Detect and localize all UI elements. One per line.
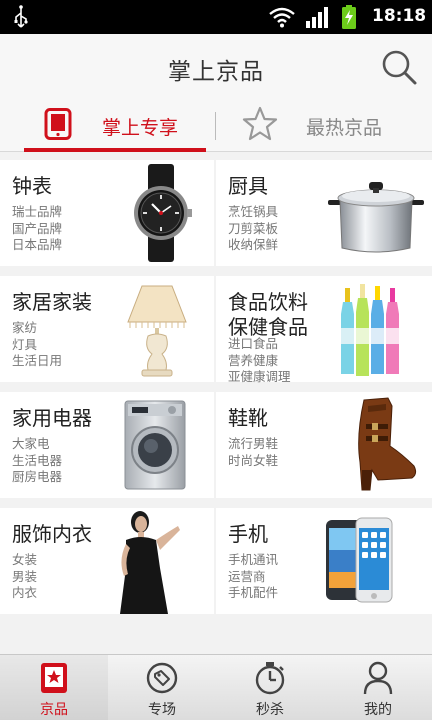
- table-lamp-image: [127, 285, 187, 377]
- category-sub: 女装: [12, 552, 38, 567]
- category-sub: 手机通讯: [228, 552, 279, 567]
- category-sub: 大家电: [12, 436, 50, 451]
- nav-label: 专场: [148, 702, 176, 718]
- category-sub: 营养健康: [228, 352, 279, 368]
- tab-zuire-jingpin[interactable]: 最热京品: [238, 100, 408, 152]
- tab-divider: [215, 112, 216, 140]
- tab-label: 掌上专享: [102, 117, 179, 139]
- category-sub: 日本品牌: [12, 237, 63, 252]
- category-title: 鞋靴: [228, 406, 268, 430]
- category-sub: 家纺: [12, 320, 38, 335]
- category-sub: 烹饪锅具: [228, 204, 279, 219]
- status-bar: 18:18: [0, 0, 432, 34]
- bottom-nav: 京品 专场 秒杀 我的: [0, 654, 432, 720]
- nav-zhuanchang[interactable]: 专场: [108, 655, 216, 720]
- category-sub: 灯具: [12, 336, 38, 352]
- usb-icon: [14, 5, 28, 28]
- category-appliances[interactable]: 家用电器 大家电 生活电器 厨房电器: [0, 392, 214, 498]
- cooking-pot-image: [328, 182, 424, 253]
- category-sub: 亚健康调理: [228, 369, 291, 384]
- category-title: 家居家装: [12, 290, 92, 314]
- category-title: 钟表: [12, 174, 52, 198]
- search-icon[interactable]: [380, 48, 418, 86]
- tab-bar: 掌上专享 最热京品: [0, 100, 432, 152]
- smartphones-image: [326, 517, 393, 603]
- category-sub: 收纳保鲜: [228, 237, 279, 252]
- wifi-icon: [269, 7, 295, 28]
- category-sub: 生活电器: [12, 452, 63, 468]
- category-cookware[interactable]: 厨具 烹饪锅具 刀剪菜板 收纳保鲜: [216, 160, 432, 266]
- jingpin-icon: [41, 663, 67, 693]
- category-sub: 时尚女鞋: [228, 452, 279, 468]
- category-sub: 刀剪菜板: [228, 220, 279, 236]
- category-sub: 厨房电器: [12, 469, 63, 484]
- category-phones[interactable]: 手机 手机通讯 运营商 手机配件: [216, 508, 432, 614]
- star-icon: [242, 106, 278, 141]
- category-shoes[interactable]: 鞋靴 流行男鞋 时尚女鞋: [216, 392, 432, 498]
- tab-zhangshang-zhuanxiang[interactable]: 掌上专享: [24, 100, 206, 152]
- tablet-icon: [44, 108, 72, 140]
- page-title: 掌上京品: [168, 59, 264, 85]
- nav-jingpin[interactable]: 京品: [0, 655, 108, 720]
- category-sub: 瑞士品牌: [12, 204, 63, 219]
- category-sub: 内衣: [12, 585, 38, 600]
- model-dress-image: [120, 511, 180, 614]
- nav-label: 我的: [364, 702, 392, 718]
- category-food[interactable]: 食品饮料 保健食品 进口食品 营养健康 亚健康调理: [216, 276, 432, 384]
- nav-label: 京品: [40, 702, 68, 718]
- category-watch[interactable]: 钟表 瑞士品牌 国产品牌 日本品牌: [0, 160, 214, 266]
- drink-bottles-image: [341, 284, 399, 376]
- category-sub: 流行男鞋: [228, 436, 279, 451]
- category-sub: 进口食品: [228, 336, 279, 351]
- nav-label: 秒杀: [256, 702, 284, 718]
- category-sub: 生活日用: [12, 353, 63, 368]
- header: 掌上京品: [0, 34, 432, 100]
- washing-machine-image: [124, 400, 186, 490]
- category-title: 食品饮料 保健食品: [228, 290, 308, 339]
- tab-label: 最热京品: [306, 117, 383, 139]
- battery-charging-icon: [342, 5, 356, 29]
- category-home[interactable]: 家居家装 家纺 灯具 生活日用: [0, 276, 214, 382]
- category-sub: 手机配件: [228, 585, 279, 600]
- category-sub: 运营商: [228, 568, 266, 584]
- user-icon: [363, 661, 393, 695]
- nav-miaosha[interactable]: 秒杀: [216, 655, 324, 720]
- stopwatch-icon: [255, 662, 285, 695]
- tag-icon: [146, 662, 178, 694]
- nav-wode[interactable]: 我的: [324, 655, 432, 720]
- category-apparel[interactable]: 服饰内衣 女装 男装 内衣: [0, 508, 214, 614]
- signal-icon: [306, 7, 328, 28]
- category-title: 厨具: [228, 174, 268, 198]
- boot-image: [358, 397, 417, 491]
- category-sub: 男装: [12, 568, 38, 584]
- category-title: 家用电器: [12, 406, 92, 430]
- watch-image: [134, 164, 192, 262]
- category-title: 手机: [228, 522, 268, 546]
- status-time: 18:18: [372, 6, 427, 26]
- category-sub: 国产品牌: [12, 220, 63, 236]
- category-title: 服饰内衣: [12, 522, 92, 546]
